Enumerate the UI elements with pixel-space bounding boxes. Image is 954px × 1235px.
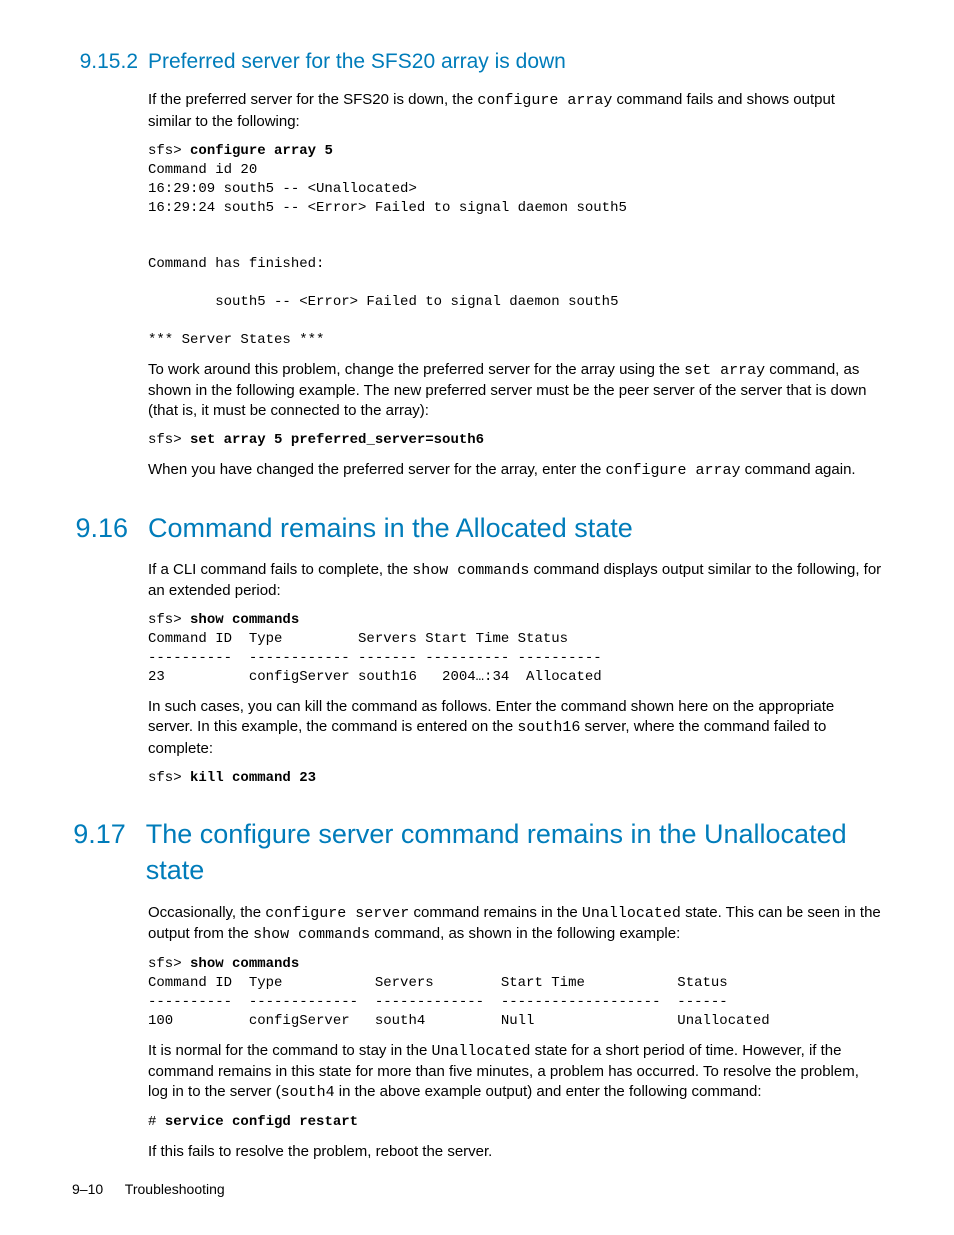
paragraph: To work around this problem, change the …	[148, 360, 882, 422]
code-block: # service configd restart	[148, 1113, 882, 1132]
paragraph: In such cases, you can kill the command …	[148, 697, 882, 759]
paragraph: It is normal for the command to stay in …	[148, 1041, 882, 1104]
code-block: sfs> show commands Command ID Type Serve…	[148, 955, 882, 1031]
inline-code: configure array	[605, 462, 740, 479]
page-footer: 9–10 Troubleshooting	[72, 1180, 225, 1199]
section-number: 9.16	[72, 510, 148, 546]
paragraph: Occasionally, the configure server comma…	[148, 903, 882, 946]
paragraph: When you have changed the preferred serv…	[148, 460, 882, 481]
section-9-17-body: Occasionally, the configure server comma…	[148, 903, 882, 1163]
section-9-15-2-heading: 9.15.2 Preferred server for the SFS20 ar…	[72, 48, 882, 76]
section-number: 9.17	[72, 816, 146, 889]
section-title: Command remains in the Allocated state	[148, 510, 633, 546]
inline-code: south16	[517, 719, 580, 736]
code-block: sfs> kill command 23	[148, 769, 882, 788]
code-block: sfs> show commands Command ID Type Serve…	[148, 611, 882, 687]
inline-code: show commands	[412, 562, 529, 579]
inline-code: configure array	[477, 92, 612, 109]
inline-code: set array	[684, 362, 765, 379]
inline-code: show commands	[253, 926, 370, 943]
section-9-16-body: If a CLI command fails to complete, the …	[148, 560, 882, 788]
paragraph: If this fails to resolve the problem, re…	[148, 1142, 882, 1162]
section-title: The configure server command remains in …	[146, 816, 882, 889]
code-block: sfs> configure array 5 Command id 20 16:…	[148, 142, 882, 350]
paragraph: If the preferred server for the SFS20 is…	[148, 90, 882, 132]
section-title: Preferred server for the SFS20 array is …	[148, 48, 566, 76]
inline-code: Unallocated	[582, 905, 681, 922]
chapter-name: Troubleshooting	[125, 1181, 225, 1197]
section-9-15-2-body: If the preferred server for the SFS20 is…	[148, 90, 882, 481]
section-9-17-heading: 9.17 The configure server command remain…	[72, 816, 882, 889]
paragraph: If a CLI command fails to complete, the …	[148, 560, 882, 602]
inline-code: south4	[281, 1084, 335, 1101]
page-number: 9–10	[72, 1180, 103, 1199]
inline-code: Unallocated	[431, 1043, 530, 1060]
section-number: 9.15.2	[72, 48, 148, 76]
section-9-16-heading: 9.16 Command remains in the Allocated st…	[72, 510, 882, 546]
code-block: sfs> set array 5 preferred_server=south6	[148, 431, 882, 450]
inline-code: configure server	[265, 905, 409, 922]
